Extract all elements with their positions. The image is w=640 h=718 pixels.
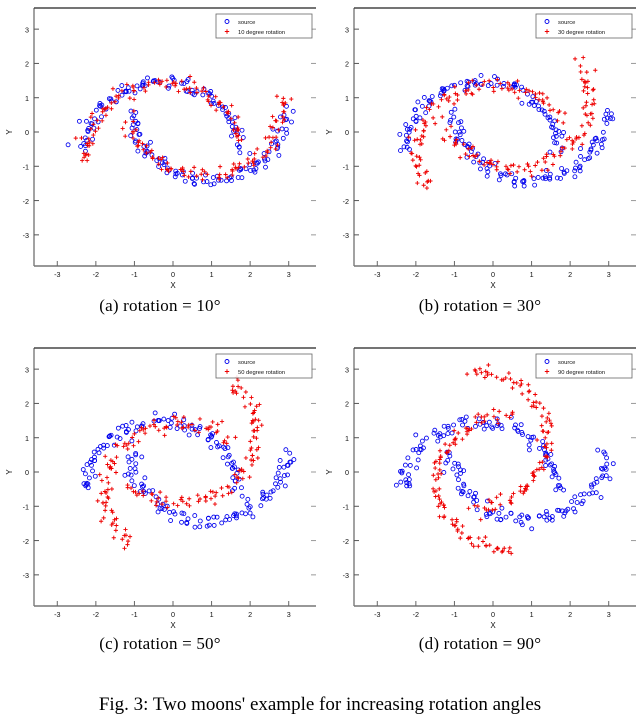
svg-text:-1: -1 [451,610,457,619]
svg-text:-2: -2 [93,610,99,619]
svg-text:-2: -2 [23,197,29,206]
svg-text:1: 1 [25,434,29,443]
scatter-plot-b: -3 -2 -1 0 1 2 3 -3 -2 -1 0 1 2 3 X Ysource 30 degree ro… [325,7,636,290]
svg-text:2: 2 [568,610,572,619]
svg-text:0: 0 [25,128,29,137]
svg-text:50 degree rotation: 50 degree rotation [238,370,285,376]
svg-text:1: 1 [210,270,214,279]
scatter-plot-d: -3 -2 -1 0 1 2 3 -3 -2 -1 0 1 2 3 X Ysource 90 degree ro… [325,347,636,630]
svg-text:0: 0 [491,610,495,619]
svg-text:0: 0 [25,468,29,477]
scatter-plot-c: -3 -2 -1 0 1 2 3 -3 -2 -1 0 1 2 3 X Ysource 50 degree ro… [5,347,316,630]
svg-text:X: X [490,281,496,290]
panel-b: -3 -2 -1 0 1 2 3 -3 -2 -1 0 1 2 3 X Ysource 30 degree ro… [320,0,640,340]
svg-text:-1: -1 [451,270,457,279]
svg-text:-2: -2 [23,537,29,546]
svg-text:-1: -1 [343,162,349,171]
plot-area-d: -3 -2 -1 0 1 2 3 -3 -2 -1 0 1 2 3 X Ysource 90 degree ro… [320,340,640,632]
panel-grid: -3 -2 -1 0 1 2 3 -3 -2 -1 0 1 2 3 X Ysource 10 degree ro… [0,0,640,653]
svg-text:3: 3 [345,365,349,374]
svg-text:1: 1 [210,610,214,619]
svg-text:1: 1 [345,434,349,443]
svg-text:3: 3 [287,610,291,619]
svg-text:2: 2 [25,60,29,69]
svg-text:3: 3 [607,610,611,619]
svg-text:30 degree rotation: 30 degree rotation [558,30,605,36]
svg-text:0: 0 [491,270,495,279]
series-source [393,414,616,532]
svg-text:2: 2 [568,270,572,279]
svg-text:2: 2 [248,610,252,619]
svg-text:-1: -1 [343,502,349,511]
svg-text:3: 3 [287,270,291,279]
legend: source 30 degree rotation [535,13,633,39]
series-rotated [73,74,294,182]
svg-text:-1: -1 [23,162,29,171]
svg-text:source: source [238,20,255,26]
svg-text:90 degree rotation: 90 degree rotation [558,370,605,376]
svg-text:0: 0 [171,270,175,279]
panel-c: -3 -2 -1 0 1 2 3 -3 -2 -1 0 1 2 3 X Ysource 50 degree ro… [0,340,320,653]
svg-text:Y: Y [5,469,14,475]
svg-text:-1: -1 [131,270,137,279]
scatter-plot-a: -3 -2 -1 0 1 2 3 -3 -2 -1 0 1 2 3 X Ysource 10 degree ro… [5,7,316,290]
legend: source 50 degree rotation [215,353,313,379]
svg-text:X: X [170,281,176,290]
svg-text:-2: -2 [343,537,349,546]
svg-text:3: 3 [607,270,611,279]
svg-text:3: 3 [25,365,29,374]
subcaption-c: (c) rotation = 50° [99,634,221,653]
svg-text:0: 0 [345,128,349,137]
svg-text:X: X [490,621,496,630]
svg-text:0: 0 [171,610,175,619]
svg-text:1: 1 [345,94,349,103]
svg-text:-1: -1 [23,502,29,511]
svg-text:X: X [170,621,176,630]
svg-text:Y: Y [325,129,334,135]
subcaption-d: (d) rotation = 90° [418,634,542,653]
svg-text:source: source [238,360,255,366]
svg-text:0: 0 [345,468,349,477]
svg-text:-2: -2 [413,270,419,279]
svg-text:-3: -3 [54,270,60,279]
svg-text:source: source [558,20,575,26]
svg-text:-2: -2 [413,610,419,619]
svg-text:-2: -2 [93,270,99,279]
svg-text:-3: -3 [23,571,29,580]
svg-text:3: 3 [345,25,349,34]
svg-text:10 degree rotation: 10 degree rotation [238,30,285,36]
subcaption-b: (b) rotation = 30° [418,296,542,315]
svg-text:2: 2 [248,270,252,279]
svg-text:1: 1 [530,270,534,279]
svg-text:Y: Y [5,129,14,135]
panel-a: -3 -2 -1 0 1 2 3 -3 -2 -1 0 1 2 3 X Ysource 10 degree ro… [0,0,320,340]
plot-area-c: -3 -2 -1 0 1 2 3 -3 -2 -1 0 1 2 3 X Ysource 50 degree ro… [0,340,320,632]
svg-text:-1: -1 [131,610,137,619]
svg-text:source: source [558,360,575,366]
legend: source 90 degree rotation [535,353,633,379]
svg-text:-3: -3 [23,231,29,240]
figure-container: -3 -2 -1 0 1 2 3 -3 -2 -1 0 1 2 3 X Ysource 10 degree ro… [0,0,640,718]
subcaption-a: (a) rotation = 10° [99,296,221,315]
legend: source 10 degree rotation [215,13,313,39]
plot-area-b: -3 -2 -1 0 1 2 3 -3 -2 -1 0 1 2 3 X Ysource 30 degree ro… [320,0,640,292]
figure-caption: Fig. 3: Two moons' example for increasin… [98,694,542,715]
svg-text:-3: -3 [54,610,60,619]
plot-area-a: -3 -2 -1 0 1 2 3 -3 -2 -1 0 1 2 3 X Ysource 10 degree ro… [0,0,320,292]
svg-text:-3: -3 [374,270,380,279]
svg-text:-3: -3 [343,571,349,580]
svg-text:1: 1 [530,610,534,619]
svg-text:Y: Y [325,469,334,475]
svg-text:2: 2 [25,400,29,409]
svg-text:1: 1 [25,94,29,103]
svg-text:-2: -2 [343,197,349,206]
svg-text:3: 3 [25,25,29,34]
svg-text:2: 2 [345,60,349,69]
svg-text:-3: -3 [343,231,349,240]
svg-text:2: 2 [345,400,349,409]
svg-text:-3: -3 [374,610,380,619]
series-rotated [95,375,264,551]
panel-d: -3 -2 -1 0 1 2 3 -3 -2 -1 0 1 2 3 X Ysource 90 degree ro… [320,340,640,653]
